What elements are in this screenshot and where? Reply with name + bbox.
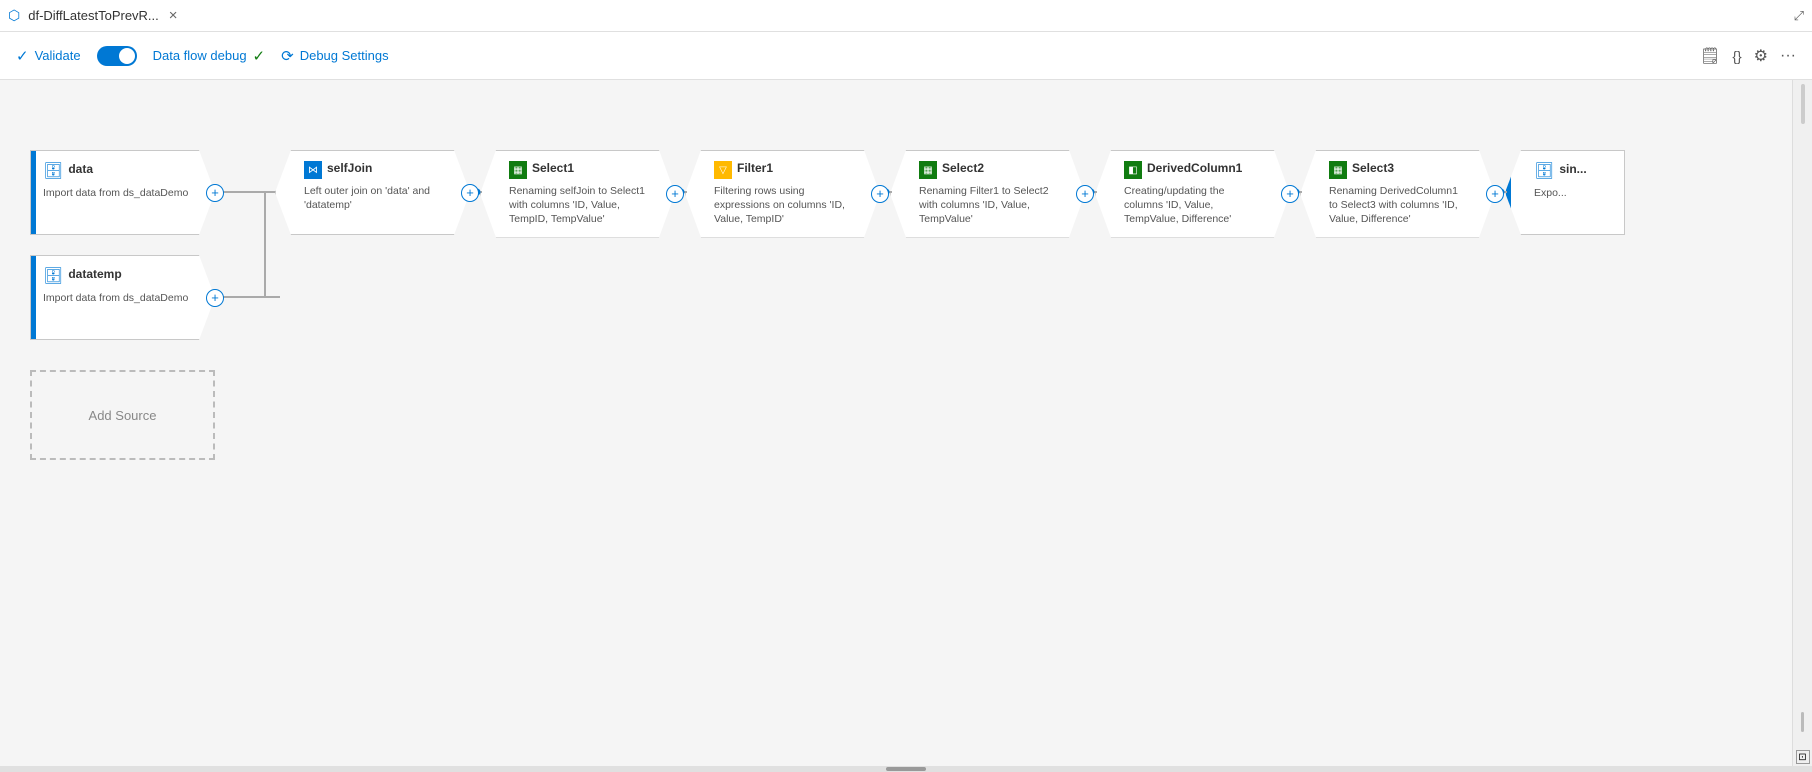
toolbar-right: 🗒 {} ⚙ ··· xyxy=(1700,46,1796,66)
datatemp-node-title: datatemp xyxy=(68,267,121,281)
derived1-add-btn[interactable]: + xyxy=(1281,185,1299,203)
select3-icon: ▦ xyxy=(1329,161,1347,179)
select3-title: Select3 xyxy=(1352,161,1394,175)
data-node-title: data xyxy=(68,162,93,176)
select1-node[interactable]: ▦ Select1 Renaming selfJoin to Select1 w… xyxy=(480,150,675,238)
selfjoin-add-btn[interactable]: + xyxy=(461,184,479,202)
data-node-add-btn[interactable]: + xyxy=(206,184,224,202)
derived1-desc: Creating/updating the columns 'ID, Value… xyxy=(1124,184,1263,227)
script-icon[interactable]: 🗒 xyxy=(1700,46,1720,66)
filter1-add-btn[interactable]: + xyxy=(871,185,889,203)
settings-sliders-icon[interactable]: ⚙ xyxy=(1754,46,1768,66)
derived-column1-node[interactable]: ◧ DerivedColumn1 Creating/updating the c… xyxy=(1095,150,1290,238)
add-source-label: Add Source xyxy=(89,408,157,423)
validate-button[interactable]: ✓ Validate xyxy=(16,47,81,65)
debug-toggle[interactable] xyxy=(97,46,137,66)
select1-desc: Renaming selfJoin to Select1 with column… xyxy=(509,184,648,227)
bottom-handle[interactable] xyxy=(886,767,926,771)
sink-desc: Expo... xyxy=(1534,186,1612,200)
data-source-node[interactable]: 🗄 data Import data from ds_dataDemo + xyxy=(30,150,215,235)
filter1-desc: Filtering rows using expressions on colu… xyxy=(714,184,853,227)
derived1-title: DerivedColumn1 xyxy=(1147,161,1242,175)
select2-add-btn[interactable]: + xyxy=(1076,185,1094,203)
fit-view-btn[interactable]: ⊡ xyxy=(1796,750,1810,764)
select1-add-btn[interactable]: + xyxy=(666,185,684,203)
toolbar: ✓ Validate Data flow debug ✓ ⟳ Debug Set… xyxy=(0,32,1812,80)
bottom-bar xyxy=(0,766,1812,772)
debug-label: Data flow debug xyxy=(153,48,247,63)
flow-area: 🗄 data Import data from ds_dataDemo + 🗄 … xyxy=(20,140,1792,752)
select2-title: Select2 xyxy=(942,161,984,175)
right-sidebar: ⊡ xyxy=(1792,80,1812,772)
debug-settings-icon: ⟳ xyxy=(281,47,294,65)
json-icon[interactable]: {} xyxy=(1732,48,1741,64)
selfjoin-node[interactable]: ⋈ selfJoin Left outer join on 'data' and… xyxy=(275,150,470,235)
sidebar-divider xyxy=(1801,712,1804,732)
select3-add-btn[interactable]: + xyxy=(1486,185,1504,203)
title-bar-close[interactable]: × xyxy=(169,7,178,24)
select2-icon: ▦ xyxy=(919,161,937,179)
filter1-node[interactable]: ▽ Filter1 Filtering rows using expressio… xyxy=(685,150,880,238)
debug-settings-label: Debug Settings xyxy=(300,48,389,63)
title-bar: ⬡ df-DiffLatestToPrevR... × ⤢ xyxy=(0,0,1812,32)
select2-desc: Renaming Filter1 to Select2 with columns… xyxy=(919,184,1058,227)
title-bar-expand-icon[interactable]: ⤢ xyxy=(1794,8,1804,24)
select2-node[interactable]: ▦ Select2 Renaming Filter1 to Select2 wi… xyxy=(890,150,1085,238)
sink-node[interactable]: 🗄 sin... Expo... xyxy=(1505,150,1625,235)
title-bar-title: df-DiffLatestToPrevR... xyxy=(28,8,159,23)
filter1-icon: ▽ xyxy=(714,161,732,179)
debug-label-item: Data flow debug ✓ xyxy=(153,47,266,65)
debug-check-icon: ✓ xyxy=(253,47,266,65)
selfjoin-icon: ⋈ xyxy=(304,161,322,179)
sink-icon: 🗄 xyxy=(1534,161,1554,181)
data-node-desc: Import data from ds_dataDemo xyxy=(43,186,190,200)
validate-label: Validate xyxy=(35,48,81,63)
datatemp-db-icon: 🗄 xyxy=(43,266,63,286)
selfjoin-desc: Left outer join on 'data' and 'datatemp' xyxy=(304,184,443,212)
datatemp-node-add-btn[interactable]: + xyxy=(206,289,224,307)
validate-check-icon: ✓ xyxy=(16,47,29,65)
filter1-title: Filter1 xyxy=(737,161,773,175)
sink-title: sin... xyxy=(1559,162,1586,176)
select3-desc: Renaming DerivedColumn1 to Select3 with … xyxy=(1329,184,1468,227)
debug-settings-button[interactable]: ⟳ Debug Settings xyxy=(281,47,388,65)
title-bar-df-icon: ⬡ xyxy=(8,7,20,24)
select1-title: Select1 xyxy=(532,161,574,175)
datatemp-source-node[interactable]: 🗄 datatemp Import data from ds_dataDemo … xyxy=(30,255,215,340)
add-source-box[interactable]: Add Source xyxy=(30,370,215,460)
derived1-icon: ◧ xyxy=(1124,161,1142,179)
canvas: 🗄 data Import data from ds_dataDemo + 🗄 … xyxy=(0,80,1812,772)
data-db-icon: 🗄 xyxy=(43,161,63,181)
sidebar-handle[interactable] xyxy=(1801,84,1805,124)
datatemp-node-desc: Import data from ds_dataDemo xyxy=(43,291,190,305)
select3-node[interactable]: ▦ Select3 Renaming DerivedColumn1 to Sel… xyxy=(1300,150,1495,238)
more-options-icon[interactable]: ··· xyxy=(1780,47,1796,65)
selfjoin-title: selfJoin xyxy=(327,161,372,175)
select1-icon: ▦ xyxy=(509,161,527,179)
